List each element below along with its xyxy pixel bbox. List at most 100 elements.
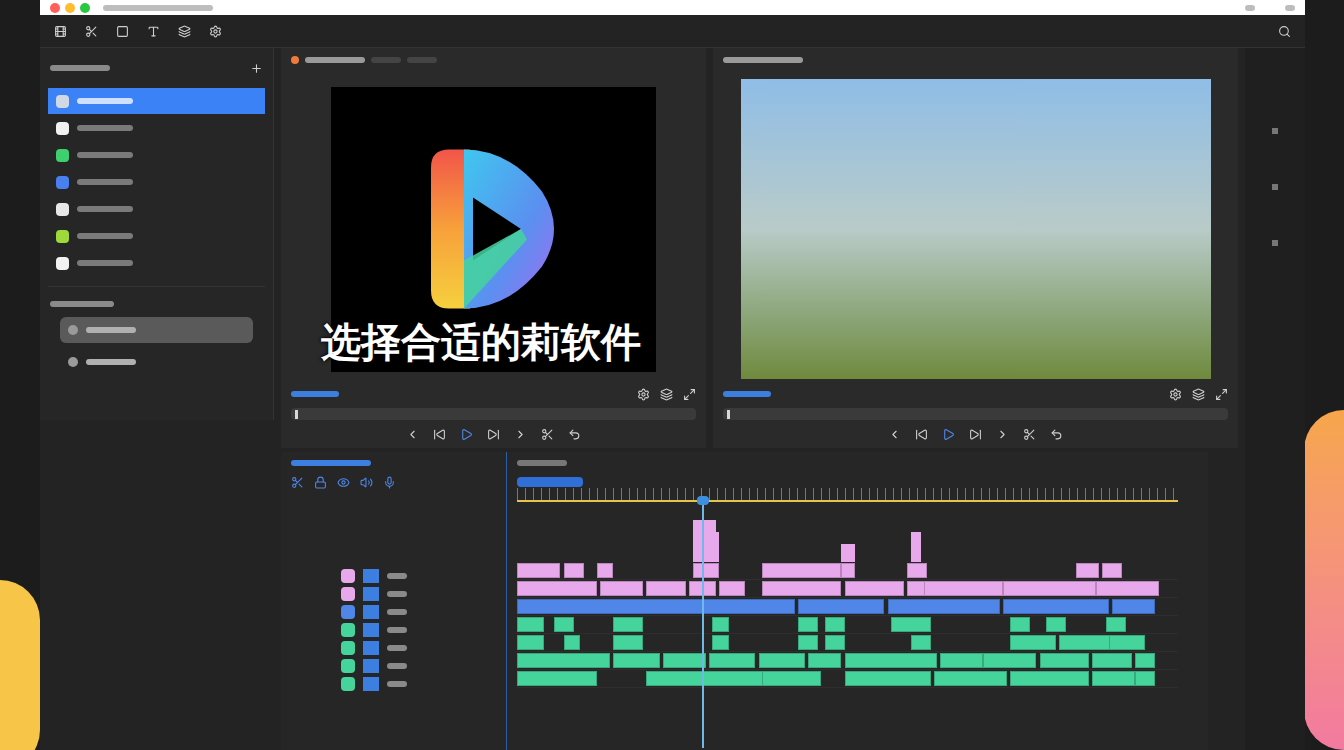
clip[interactable] [613,635,643,650]
clip[interactable] [825,635,845,650]
clip[interactable] [762,563,841,578]
clip[interactable] [1135,671,1155,686]
sidebar-item[interactable] [48,223,265,249]
search-icon[interactable] [1278,25,1291,38]
clip[interactable] [825,617,845,632]
clip[interactable] [554,617,574,632]
clip[interactable] [841,563,854,578]
mic-icon[interactable] [383,476,396,489]
clip[interactable] [712,635,729,650]
skip-forward-icon[interactable] [969,428,982,441]
clip[interactable] [1010,617,1030,632]
fullscreen-icon[interactable] [683,388,696,401]
clip[interactable] [940,653,983,668]
clip[interactable] [712,617,729,632]
layers-icon[interactable] [178,25,191,38]
clip[interactable] [1106,617,1126,632]
playhead[interactable] [702,496,704,748]
traffic-light[interactable] [65,3,75,13]
clip-peak[interactable] [841,544,854,562]
crop-icon[interactable] [116,25,129,38]
clip[interactable] [613,617,643,632]
skip-back-icon[interactable] [433,428,446,441]
track-header[interactable] [291,657,496,675]
clip[interactable] [1003,599,1109,614]
clip-peak[interactable] [911,532,921,562]
sidebar-item[interactable] [48,115,265,141]
clip[interactable] [646,671,765,686]
clip[interactable] [1010,635,1056,650]
previous-icon[interactable] [888,428,901,441]
clip[interactable] [693,563,719,578]
clip[interactable] [564,563,584,578]
scissors-icon[interactable] [541,428,554,441]
clip[interactable] [1109,635,1145,650]
clip[interactable] [613,653,659,668]
clip[interactable] [798,635,818,650]
clip[interactable] [1102,563,1122,578]
media-icon[interactable] [54,25,67,38]
traffic-light[interactable] [80,3,90,13]
sidebar-item[interactable] [48,196,265,222]
track-header[interactable] [291,621,496,639]
next-icon[interactable] [514,428,527,441]
skip-forward-icon[interactable] [487,428,500,441]
clip[interactable] [1112,599,1155,614]
clip[interactable] [517,581,596,596]
clip[interactable] [517,635,543,650]
clip-peak[interactable] [709,532,719,562]
clip[interactable] [1096,581,1159,596]
clip[interactable] [845,671,931,686]
settings-icon[interactable] [209,25,222,38]
ruler[interactable] [517,488,1178,502]
track-header[interactable] [291,603,496,621]
scissors-icon[interactable] [1023,428,1036,441]
play-icon[interactable] [460,428,473,441]
layers-icon[interactable] [660,388,673,401]
volume-icon[interactable] [360,476,373,489]
settings-icon[interactable] [1169,388,1182,401]
undo-icon[interactable] [568,428,581,441]
sidebar-item[interactable] [48,88,265,114]
scrub-bar[interactable] [723,408,1228,420]
track-header[interactable] [291,675,496,693]
clip[interactable] [845,653,938,668]
clip[interactable] [564,635,581,650]
undo-icon[interactable] [1050,428,1063,441]
clip[interactable] [597,563,614,578]
clip[interactable] [517,653,610,668]
skip-back-icon[interactable] [915,428,928,441]
clip[interactable] [1135,653,1155,668]
clip[interactable] [798,617,818,632]
clip[interactable] [709,653,755,668]
bin-item[interactable] [60,317,253,343]
clip[interactable] [1010,671,1089,686]
add-icon[interactable] [250,62,263,75]
next-icon[interactable] [996,428,1009,441]
clip[interactable] [845,581,904,596]
clip[interactable] [983,653,1036,668]
sidebar-item[interactable] [48,169,265,195]
clip[interactable] [1003,581,1096,596]
razor-icon[interactable] [291,476,304,489]
clip[interactable] [517,617,543,632]
clip[interactable] [646,581,686,596]
scrub-bar[interactable] [291,408,696,420]
clip[interactable] [911,635,931,650]
clip[interactable] [891,617,931,632]
sidebar-item[interactable] [48,142,265,168]
eye-icon[interactable] [337,476,350,489]
clip[interactable] [663,653,706,668]
clip[interactable] [808,653,841,668]
clip[interactable] [1040,653,1090,668]
layers-icon[interactable] [1192,388,1205,401]
clip[interactable] [888,599,1000,614]
fullscreen-icon[interactable] [1215,388,1228,401]
lock-icon[interactable] [314,476,327,489]
traffic-light[interactable] [50,3,60,13]
text-icon[interactable] [147,25,160,38]
play-icon[interactable] [942,428,955,441]
previous-icon[interactable] [406,428,419,441]
sidebar-item[interactable] [48,250,265,276]
track-header[interactable] [291,585,496,603]
